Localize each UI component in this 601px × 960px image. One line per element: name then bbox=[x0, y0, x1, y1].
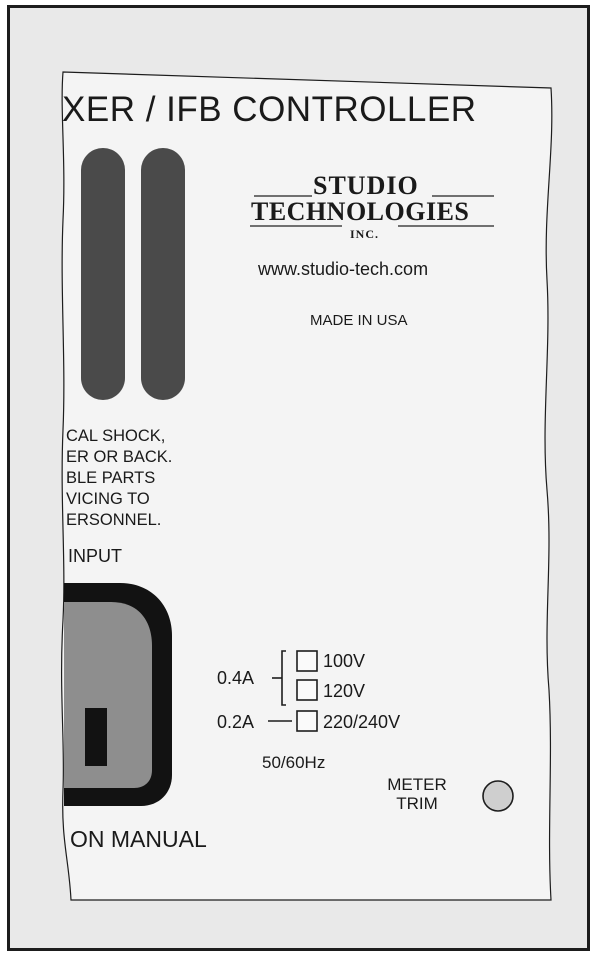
voltage-100v-label: 100V bbox=[323, 651, 366, 671]
warning-line: ER OR BACK. bbox=[66, 448, 173, 466]
warning-line: CAL SHOCK, bbox=[66, 427, 166, 445]
warning-line: BLE PARTS bbox=[66, 469, 156, 487]
rear-panel: XER / IFB CONTROLLER STUDIO TECHNOLOGIES… bbox=[0, 0, 601, 960]
meter-label: METER bbox=[387, 775, 447, 794]
checkbox-220v bbox=[296, 710, 318, 732]
voltage-220-240v-label: 220/240V bbox=[323, 712, 401, 732]
trim-label: TRIM bbox=[396, 793, 438, 813]
frequency-label: 50/60Hz bbox=[262, 753, 326, 772]
warning-line: ERSONNEL. bbox=[66, 511, 162, 529]
website-url: www.studio-tech.com bbox=[258, 259, 429, 279]
logo-inc: INC. bbox=[350, 227, 380, 241]
warning-line: VICING TO bbox=[66, 490, 150, 508]
input-label: INPUT bbox=[68, 546, 122, 566]
inlet-pin bbox=[85, 708, 107, 766]
made-in-usa: MADE IN USA bbox=[310, 312, 408, 329]
meter-trim-label: METER TRIM bbox=[372, 775, 462, 813]
vent-slot-right bbox=[141, 148, 185, 400]
power-inlet-connector bbox=[64, 583, 172, 806]
checkbox-120v bbox=[296, 679, 318, 701]
logo-studio: STUDIO bbox=[313, 171, 419, 200]
voltage-120v-label: 120V bbox=[323, 681, 366, 701]
manual-note: ON MANUAL bbox=[70, 826, 207, 852]
product-title: XER / IFB CONTROLLER bbox=[62, 90, 477, 129]
vent-slot-left bbox=[81, 148, 125, 400]
checkbox-100v bbox=[296, 650, 318, 672]
logo-technologies: TECHNOLOGIES bbox=[251, 197, 470, 226]
fuse-current-high: 0.4A bbox=[217, 668, 255, 688]
meter-trim-pot bbox=[482, 780, 514, 812]
fuse-current-low: 0.2A bbox=[217, 712, 255, 732]
